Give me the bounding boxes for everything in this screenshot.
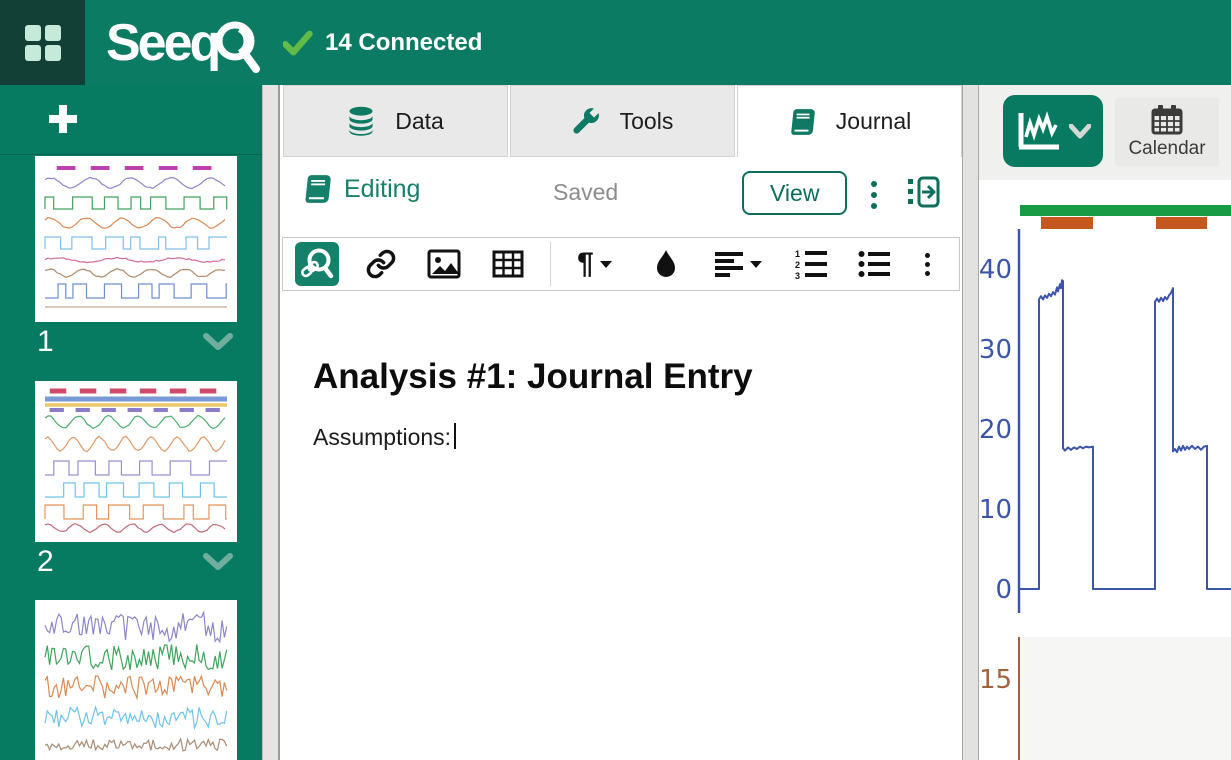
worksheet-label-2: 2	[37, 545, 54, 579]
worksheet-thumbnail-1-chart	[41, 161, 231, 313]
tab-tools[interactable]: Tools	[510, 85, 735, 157]
tab-data-label: Data	[395, 108, 444, 135]
wrench-icon	[572, 107, 600, 135]
checkmark-icon	[283, 29, 313, 57]
book-icon	[788, 107, 816, 137]
table-icon	[492, 250, 524, 278]
toolbar-separator	[550, 242, 551, 286]
calendar-icon	[1151, 105, 1183, 135]
editing-mode-label: Editing	[344, 175, 420, 204]
svg-text:3: 3	[795, 271, 800, 279]
svg-text:1: 1	[795, 249, 800, 259]
insert-table-button[interactable]	[486, 242, 530, 286]
seeq-link-icon	[297, 245, 337, 283]
document-title: Analysis #1: Journal Entry	[313, 357, 922, 397]
panel-tabs: Data Tools Journal	[280, 85, 962, 157]
trend-chart-lane-2[interactable]: 15	[979, 633, 1231, 760]
image-icon	[427, 249, 461, 279]
chevron-down-icon	[600, 261, 612, 268]
y-axis-tick-label: 15	[979, 665, 1011, 695]
logo-q-icon	[210, 14, 264, 78]
insert-image-button[interactable]	[423, 242, 467, 286]
ordered-list-button[interactable]: 1 2 3	[789, 242, 833, 286]
bullet-list-icon	[858, 250, 890, 278]
text-cursor	[454, 423, 456, 449]
tab-tools-label: Tools	[620, 108, 674, 135]
journal-overflow-menu-icon[interactable]	[865, 175, 883, 215]
insert-link-button[interactable]	[359, 242, 403, 286]
y-axis-tick-label: 0	[995, 575, 1012, 605]
svg-text:2: 2	[795, 260, 800, 270]
worksheet-thumbnail-2-chart	[41, 386, 231, 533]
document-body: Assumptions:	[313, 423, 922, 451]
plus-icon	[48, 104, 78, 134]
logo-text: Seeq	[106, 13, 218, 73]
worksheet-2-chevron-down-icon[interactable]	[203, 553, 233, 576]
database-icon	[347, 106, 375, 136]
trend-chart[interactable]: 40 30 20 10 0	[979, 180, 1231, 628]
grid-icon	[24, 24, 62, 62]
toolbar-overflow-menu-icon[interactable]	[916, 242, 939, 286]
tab-data[interactable]: Data	[283, 85, 508, 157]
y-axis-tick-label: 20	[979, 415, 1012, 445]
trend-view-button[interactable]	[1003, 95, 1103, 167]
worksheet-thumbnail-2[interactable]	[35, 381, 237, 542]
worksheet-thumbnail-3-chart	[41, 605, 231, 757]
trend-panel: Calendar 40 30 20 10 0 15	[979, 85, 1231, 760]
worksheet-thumbnail-1[interactable]	[35, 156, 237, 322]
tab-journal-label: Journal	[836, 108, 911, 135]
droplet-icon	[654, 248, 678, 280]
worksheet-label-1: 1	[37, 325, 54, 359]
align-left-icon	[714, 251, 744, 277]
rich-text-toolbar: ¶ 1 2 3	[282, 237, 960, 291]
book-icon	[302, 173, 332, 205]
pilcrow-icon: ¶	[577, 249, 594, 279]
collapse-panel-icon[interactable]	[902, 172, 944, 219]
numbered-list-icon: 1 2 3	[795, 249, 827, 279]
bullet-list-button[interactable]	[852, 242, 896, 286]
trend-chart-icon	[1015, 111, 1061, 151]
view-button[interactable]: View	[742, 171, 847, 215]
calendar-button[interactable]: Calendar	[1115, 98, 1219, 166]
lane-2-y-axis[interactable]	[1018, 637, 1020, 760]
blue-step-signal	[1019, 280, 1231, 589]
y-axis-tick-label: 10	[979, 495, 1012, 525]
worksheet-sidebar: 1 2	[0, 85, 262, 760]
panel-scrollbar[interactable]	[962, 85, 979, 760]
condition-green[interactable]	[1020, 205, 1231, 216]
saved-status-label: Saved	[553, 179, 618, 206]
journal-editor[interactable]: Analysis #1: Journal Entry Assumptions:	[280, 291, 962, 451]
add-worksheet-button[interactable]	[0, 85, 262, 155]
journal-panel: Data Tools Journal Edi	[280, 85, 962, 760]
journal-status-bar: Editing Saved View	[280, 157, 962, 233]
y-axis-tick-label: 30	[979, 335, 1012, 365]
y-axis-tick-label: 40	[979, 255, 1012, 285]
editing-mode-indicator: Editing	[302, 173, 420, 205]
chevron-down-icon	[1069, 124, 1091, 139]
tab-journal[interactable]: Journal	[737, 85, 962, 157]
align-button[interactable]	[708, 242, 769, 286]
app-grid-button[interactable]	[0, 0, 85, 85]
chevron-down-icon	[750, 261, 762, 268]
condition-orange[interactable]	[1156, 217, 1207, 229]
trend-toolbar: Calendar	[979, 85, 1231, 180]
text-color-button[interactable]	[644, 242, 688, 286]
connection-status-label: 14 Connected	[325, 29, 482, 57]
paragraph-style-button[interactable]: ¶	[565, 242, 624, 286]
lane-2-plot-area	[1020, 637, 1231, 760]
seeq-link-button[interactable]	[295, 242, 339, 286]
top-bar: Seeq 14 Connected	[0, 0, 1231, 85]
sidebar-resize-handle[interactable]	[262, 85, 280, 760]
link-icon	[365, 248, 397, 280]
connection-status[interactable]: 14 Connected	[283, 0, 482, 85]
worksheet-thumbnail-3[interactable]	[35, 600, 237, 760]
worksheet-1-chevron-down-icon[interactable]	[203, 333, 233, 356]
seeq-logo: Seeq	[106, 10, 264, 76]
calendar-button-label: Calendar	[1128, 138, 1205, 160]
condition-orange[interactable]	[1041, 217, 1093, 229]
